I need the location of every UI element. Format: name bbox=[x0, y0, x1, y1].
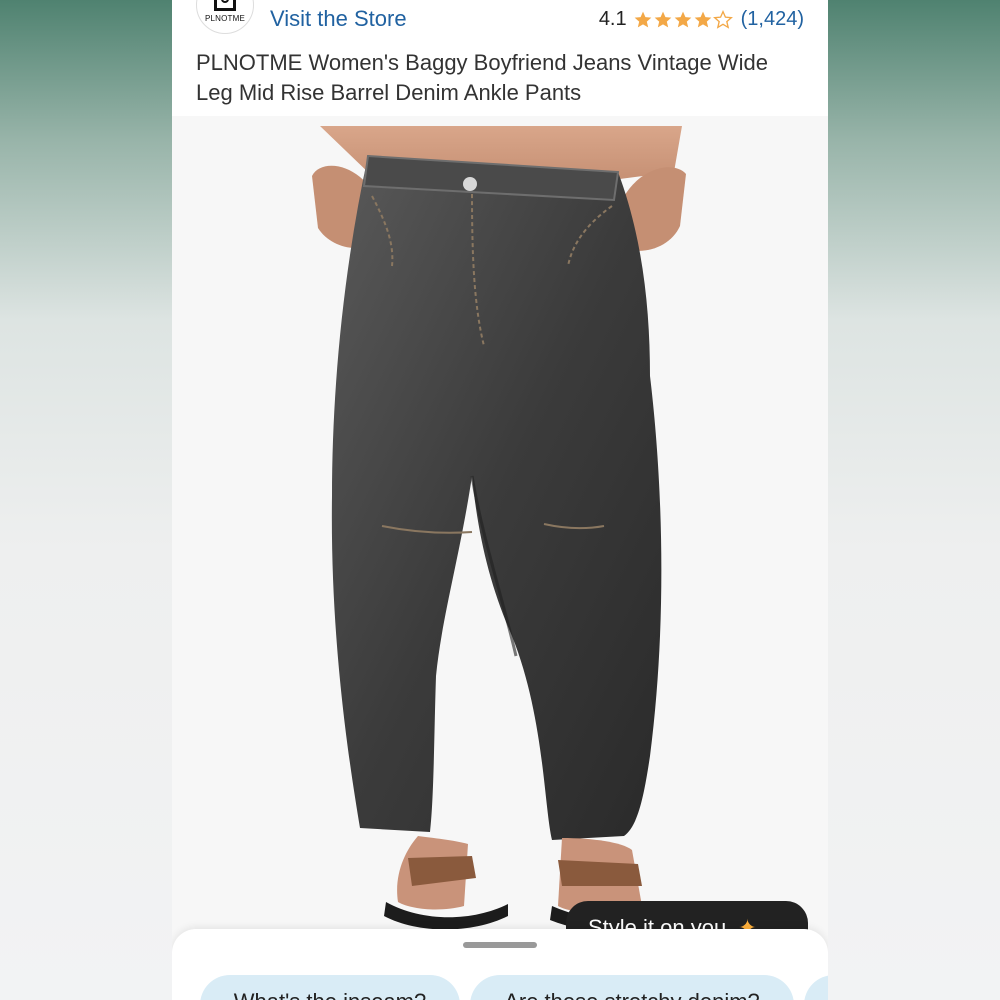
rating-value: 4.1 bbox=[598, 8, 627, 30]
visit-store-link[interactable]: Visit the Store bbox=[270, 6, 407, 32]
question-chip-inseam[interactable]: What's the inseam? bbox=[200, 975, 460, 1000]
question-chip-label: Are these stretchy denim? bbox=[504, 989, 760, 1000]
rating-summary[interactable]: 4.1 (1,424) bbox=[599, 8, 804, 31]
rating-stars bbox=[633, 9, 733, 30]
star-full-icon bbox=[634, 11, 651, 27]
question-chip-more[interactable] bbox=[804, 975, 828, 1000]
jeans-product-image bbox=[312, 126, 686, 932]
star-full-icon bbox=[654, 11, 671, 27]
star-full-icon bbox=[694, 11, 711, 27]
star-empty-icon bbox=[712, 9, 733, 29]
brand-logo-text: PLNOTME bbox=[204, 14, 246, 23]
brand-logo[interactable]: PLNOTME bbox=[196, 0, 254, 34]
product-image-area[interactable]: Style it on you ✦ bbox=[172, 116, 828, 1000]
product-title: PLNOTME Women's Baggy Boyfriend Jeans Vi… bbox=[196, 50, 768, 105]
question-chip-label: What's the inseam? bbox=[234, 989, 427, 1000]
background-left bbox=[0, 0, 172, 1000]
brand-logo-mark-icon bbox=[214, 0, 236, 11]
product-header: PLNOTME Visit the Store 4.1 (1,424) PLNO… bbox=[172, 0, 828, 116]
question-chip-stretchy[interactable]: Are these stretchy denim? bbox=[470, 975, 794, 1000]
rating-count: (1,424) bbox=[740, 8, 804, 30]
background-right bbox=[828, 0, 1000, 1000]
star-full-icon bbox=[674, 11, 691, 27]
product-page: PLNOTME Visit the Store 4.1 (1,424) PLNO… bbox=[172, 0, 828, 1000]
questions-sheet: What's the inseam? Are these stretchy de… bbox=[172, 929, 828, 1000]
sheet-drag-handle[interactable] bbox=[463, 942, 537, 948]
